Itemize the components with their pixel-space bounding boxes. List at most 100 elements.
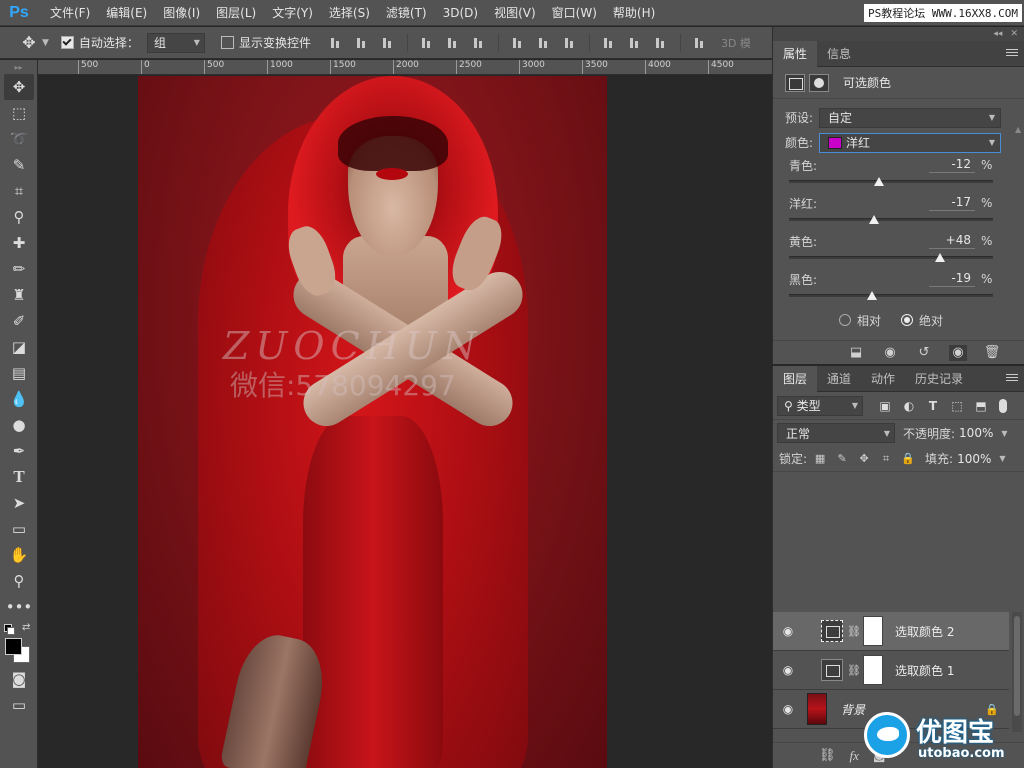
layer-mask-thumbnail[interactable] [863, 616, 883, 646]
tab-actions[interactable]: 动作 [861, 366, 905, 392]
selective-color-adjustment-icon[interactable] [785, 73, 805, 92]
delete-icon[interactable]: 🗑 [983, 345, 1001, 361]
type-tool-icon[interactable]: T [4, 464, 34, 490]
menu-image[interactable]: 图像(I) [155, 0, 208, 26]
eyedropper-tool-icon[interactable]: ⚲ [4, 204, 34, 230]
layer-kind-dropdown[interactable]: ⚲ 类型 ▼ [777, 395, 863, 416]
yellow-slider-thumb[interactable] [934, 253, 945, 262]
photo-artwork[interactable]: ZUOCHUN 微信:578094297 [138, 76, 607, 768]
panel-menu-icon[interactable] [1006, 47, 1018, 59]
distribute-hcenter-icon[interactable] [628, 36, 642, 50]
black-value-field[interactable]: -19 [929, 271, 975, 287]
distribute-bottom-icon[interactable] [563, 36, 577, 50]
layer-row[interactable]: ◉ ⛓ 选取颜色 2 [773, 612, 1009, 651]
opacity-value[interactable]: 100% [959, 426, 993, 440]
dodge-tool-icon[interactable]: ● [4, 412, 34, 438]
magenta-value-field[interactable]: -17 [929, 195, 975, 211]
layer-name[interactable]: 选取颜色 2 [895, 623, 954, 640]
black-slider-thumb[interactable] [866, 291, 877, 300]
cyan-slider-thumb[interactable] [873, 177, 884, 186]
link-layers-icon[interactable]: ⛓ [819, 748, 836, 763]
layer-name[interactable]: 选取颜色 1 [895, 662, 954, 679]
relative-radio[interactable] [839, 314, 851, 326]
default-colors-icon[interactable] [4, 624, 15, 635]
collapse-panels-icon[interactable]: ◂◂ [993, 29, 1002, 39]
lasso-tool-icon[interactable]: ➰ [4, 126, 34, 152]
menu-3d[interactable]: 3D(D) [435, 0, 486, 26]
pen-tool-icon[interactable]: ✒ [4, 438, 34, 464]
link-chain-icon[interactable]: ⛓ [847, 625, 861, 638]
filter-toggle-switch[interactable] [999, 398, 1007, 413]
black-slider-track[interactable] [789, 294, 993, 297]
distribute-left-icon[interactable] [602, 36, 616, 50]
tab-properties[interactable]: 属性 [773, 40, 818, 67]
layer-style-fx-icon[interactable]: fx [850, 748, 859, 764]
path-select-tool-icon[interactable]: ➤ [4, 490, 34, 516]
clip-to-layer-icon[interactable]: ⬓ [847, 345, 865, 361]
panel-menu-icon[interactable] [1006, 372, 1018, 384]
cyan-slider-track[interactable] [789, 180, 993, 183]
stamp-tool-icon[interactable]: ♜ [4, 282, 34, 308]
fill-value[interactable]: 100% [957, 452, 991, 466]
align-hcenter-icon[interactable] [446, 36, 460, 50]
swap-colors-icon[interactable]: ⇄ [22, 622, 30, 633]
magenta-slider-thumb[interactable] [868, 215, 879, 224]
colors-dropdown[interactable]: 洋红 ▼ [819, 132, 1001, 153]
distribute-top-icon[interactable] [511, 36, 525, 50]
yellow-slider-track[interactable] [789, 256, 993, 259]
auto-select-target-dropdown[interactable]: 组 ▼ [146, 32, 205, 53]
blur-tool-icon[interactable]: 💧 [4, 386, 34, 412]
quick-mask-icon[interactable]: ◙ [4, 666, 34, 692]
visibility-eye-icon[interactable]: ◉ [949, 344, 967, 361]
filter-smart-object-icon[interactable]: ⬒ [973, 399, 989, 413]
foreground-color-swatch[interactable] [5, 638, 22, 655]
distribute-right-icon[interactable] [654, 36, 668, 50]
distribute-vcenter-icon[interactable] [537, 36, 551, 50]
gradient-tool-icon[interactable]: ▤ [4, 360, 34, 386]
blend-mode-dropdown[interactable]: 正常 ▼ [777, 423, 895, 443]
quick-select-tool-icon[interactable]: ✎ [4, 152, 34, 178]
more-tools-icon[interactable]: ••• [4, 594, 34, 620]
show-transform-checkbox[interactable] [220, 36, 234, 49]
menu-layer[interactable]: 图层(L) [208, 0, 264, 26]
healing-brush-tool-icon[interactable]: ✚ [4, 230, 34, 256]
tab-channels[interactable]: 通道 [817, 366, 861, 392]
lock-image-icon[interactable]: ✎ [835, 452, 849, 466]
close-panel-icon[interactable]: ✕ [1010, 29, 1018, 39]
align-right-icon[interactable] [472, 36, 486, 50]
menu-edit[interactable]: 编辑(E) [98, 0, 155, 26]
lock-artboard-icon[interactable]: ⌗ [879, 452, 893, 466]
tab-history[interactable]: 历史记录 [905, 366, 973, 392]
filter-adjustment-icon[interactable]: ◐ [901, 399, 917, 413]
move-tool-icon[interactable]: ✥ [4, 74, 34, 100]
view-previous-state-icon[interactable]: ◉ [881, 345, 899, 361]
menu-select[interactable]: 选择(S) [321, 0, 378, 26]
zoom-tool-icon[interactable]: ⚲ [4, 568, 34, 594]
tool-preset-chevron-icon[interactable]: ▼ [42, 38, 49, 48]
menu-file[interactable]: 文件(F) [42, 0, 98, 26]
menu-type[interactable]: 文字(Y) [264, 0, 321, 26]
rectangle-tool-icon[interactable]: ▭ [4, 516, 34, 542]
auto-select-checkbox[interactable] [60, 36, 74, 49]
menu-help[interactable]: 帮助(H) [605, 0, 663, 26]
yellow-value-field[interactable]: +48 [929, 233, 975, 249]
menu-filter[interactable]: 滤镜(T) [378, 0, 435, 26]
chevron-down-icon[interactable]: ▼ [999, 454, 1005, 463]
preset-dropdown[interactable]: 自定 ▼ [819, 107, 1001, 128]
eraser-tool-icon[interactable]: ◪ [4, 334, 34, 360]
visibility-eye-icon[interactable]: ◉ [773, 663, 803, 677]
align-vcenter-icon[interactable] [355, 36, 369, 50]
layer-mask-icon[interactable] [809, 73, 829, 92]
lock-all-icon[interactable]: 🔒 [901, 452, 915, 466]
lock-position-icon[interactable]: ✥ [857, 452, 871, 466]
align-bottom-icon[interactable] [381, 36, 395, 50]
filter-pixel-icon[interactable]: ▣ [877, 399, 893, 413]
visibility-eye-icon[interactable]: ◉ [773, 702, 803, 716]
align-left-icon[interactable] [420, 36, 434, 50]
absolute-radio[interactable] [901, 314, 914, 326]
align-top-icon[interactable] [329, 36, 343, 50]
reset-icon[interactable]: ↺ [915, 345, 933, 361]
auto-align-icon[interactable] [693, 36, 707, 50]
tab-info[interactable]: 信息 [817, 41, 861, 67]
filter-shape-icon[interactable]: ⬚ [949, 399, 965, 413]
